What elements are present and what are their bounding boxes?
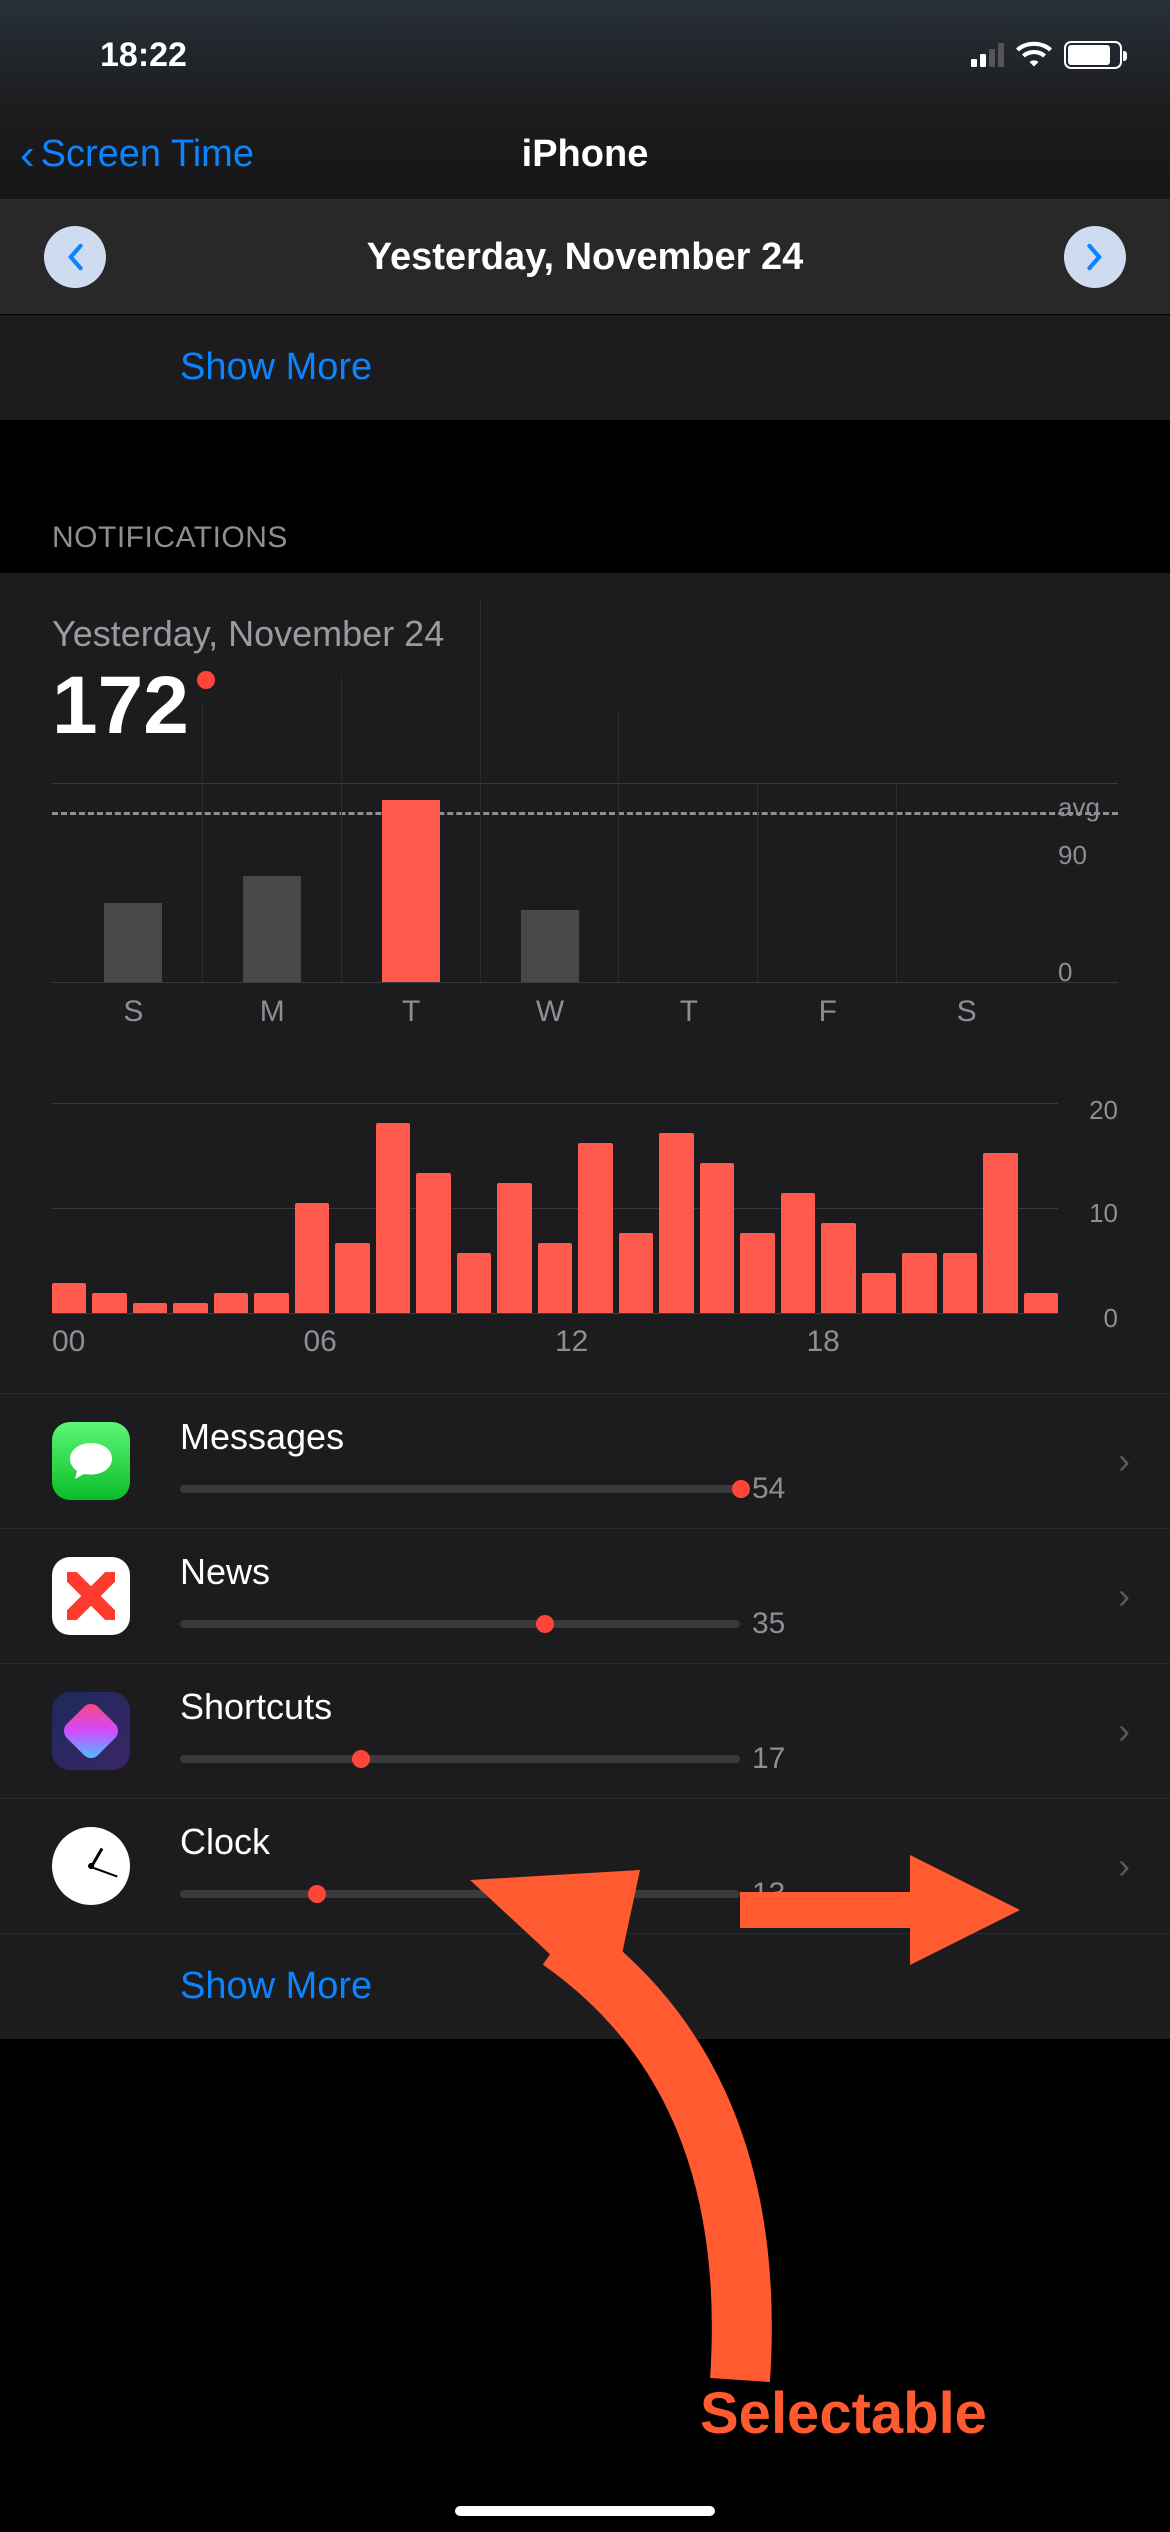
app-count: 13 [752, 1877, 785, 1911]
show-more-row-bottom[interactable]: Show More [0, 1933, 1170, 2039]
hour-bar [1024, 1293, 1058, 1313]
app-count: 35 [752, 1607, 785, 1641]
week-bar[interactable] [382, 800, 440, 982]
hour-bar [902, 1253, 936, 1313]
hourly-y-axis: 20 10 0 [1066, 1103, 1118, 1313]
cellular-icon [971, 43, 1004, 67]
battery-icon [1064, 41, 1122, 69]
indicator-dot-icon [197, 671, 215, 689]
app-count: 54 [752, 1472, 785, 1506]
app-bar [180, 1890, 740, 1898]
app-row-messages[interactable]: Messages 54 › [0, 1393, 1170, 1528]
status-bar: 18:22 [0, 0, 1170, 110]
app-row-clock[interactable]: Clock 13 › [0, 1798, 1170, 1933]
show-more-link: Show More [180, 1965, 372, 2008]
hour-bar [578, 1143, 612, 1313]
selected-date: Yesterday, November 24 [367, 236, 804, 279]
back-button[interactable]: ‹ Screen Time [20, 130, 254, 180]
hour-bar [700, 1163, 734, 1313]
app-name: News [180, 1551, 1130, 1593]
wifi-icon [1016, 39, 1052, 72]
chevron-right-icon: › [1118, 1440, 1130, 1482]
weekly-x-axis: SMTWTFS [52, 983, 1048, 1029]
hour-bar [497, 1183, 531, 1313]
status-icons [971, 39, 1122, 72]
notifications-total: 172 [52, 659, 189, 753]
hour-bar [214, 1293, 248, 1313]
hour-bar [295, 1203, 329, 1313]
weekly-chart[interactable]: avg 90 0 SMTWTFS [52, 783, 1118, 1043]
annotation-label: Selectable [700, 2380, 987, 2447]
chevron-left-icon: ‹ [20, 130, 35, 180]
navbar: ‹ Screen Time iPhone [0, 110, 1170, 200]
weekly-y-axis: avg 90 0 [1058, 784, 1118, 984]
next-day-button[interactable] [1064, 226, 1126, 288]
notifications-card: Yesterday, November 24 172 avg 90 0 SMTW… [0, 573, 1170, 1393]
hour-bar [92, 1293, 126, 1313]
app-name: Shortcuts [180, 1686, 1130, 1728]
hour-bar [457, 1253, 491, 1313]
shortcuts-app-icon [52, 1692, 130, 1770]
app-list: Messages 54 › News 35 › Shortcuts [0, 1393, 1170, 2039]
back-label: Screen Time [41, 133, 254, 176]
hour-bar [983, 1153, 1017, 1313]
week-bar[interactable] [104, 903, 162, 982]
show-more-row-top[interactable]: Show More [0, 315, 1170, 421]
app-bar [180, 1755, 740, 1763]
hour-bar [619, 1233, 653, 1313]
app-bar [180, 1485, 740, 1493]
hourly-chart[interactable]: 20 10 0 00061218 [52, 1103, 1118, 1373]
hour-bar [538, 1243, 572, 1313]
hour-bar [52, 1283, 86, 1313]
date-selector: Yesterday, November 24 [0, 200, 1170, 315]
hour-bar [335, 1243, 369, 1313]
app-count: 17 [752, 1742, 785, 1776]
clock-app-icon [52, 1827, 130, 1905]
hourly-x-axis: 00061218 [52, 1325, 1058, 1359]
app-row-news[interactable]: News 35 › [0, 1528, 1170, 1663]
home-indicator[interactable] [455, 2506, 715, 2516]
messages-app-icon [52, 1422, 130, 1500]
app-bar [180, 1620, 740, 1628]
week-bar[interactable] [243, 876, 301, 982]
hour-bar [376, 1123, 410, 1313]
hour-bar [862, 1273, 896, 1313]
bottom-area [0, 2352, 1170, 2532]
hour-bar [173, 1303, 207, 1313]
hour-bar [943, 1253, 977, 1313]
chevron-right-icon: › [1118, 1845, 1130, 1887]
week-bar[interactable] [521, 910, 579, 982]
hour-bar [254, 1293, 288, 1313]
prev-day-button[interactable] [44, 226, 106, 288]
status-time: 18:22 [100, 36, 187, 75]
hour-bar [133, 1303, 167, 1313]
hour-bar [740, 1233, 774, 1313]
news-app-icon [52, 1557, 130, 1635]
hour-bar [659, 1133, 693, 1313]
app-name: Clock [180, 1821, 1130, 1863]
chevron-right-icon: › [1118, 1710, 1130, 1752]
app-row-shortcuts[interactable]: Shortcuts 17 › [0, 1663, 1170, 1798]
hour-bar [781, 1193, 815, 1313]
hour-bar [416, 1173, 450, 1313]
section-header-notifications: NOTIFICATIONS [0, 491, 1170, 573]
section-gap [0, 421, 1170, 491]
hour-bar [821, 1223, 855, 1313]
chevron-right-icon: › [1118, 1575, 1130, 1617]
show-more-link: Show More [180, 346, 372, 389]
app-name: Messages [180, 1416, 1130, 1458]
card-subtitle: Yesterday, November 24 [52, 613, 1118, 655]
